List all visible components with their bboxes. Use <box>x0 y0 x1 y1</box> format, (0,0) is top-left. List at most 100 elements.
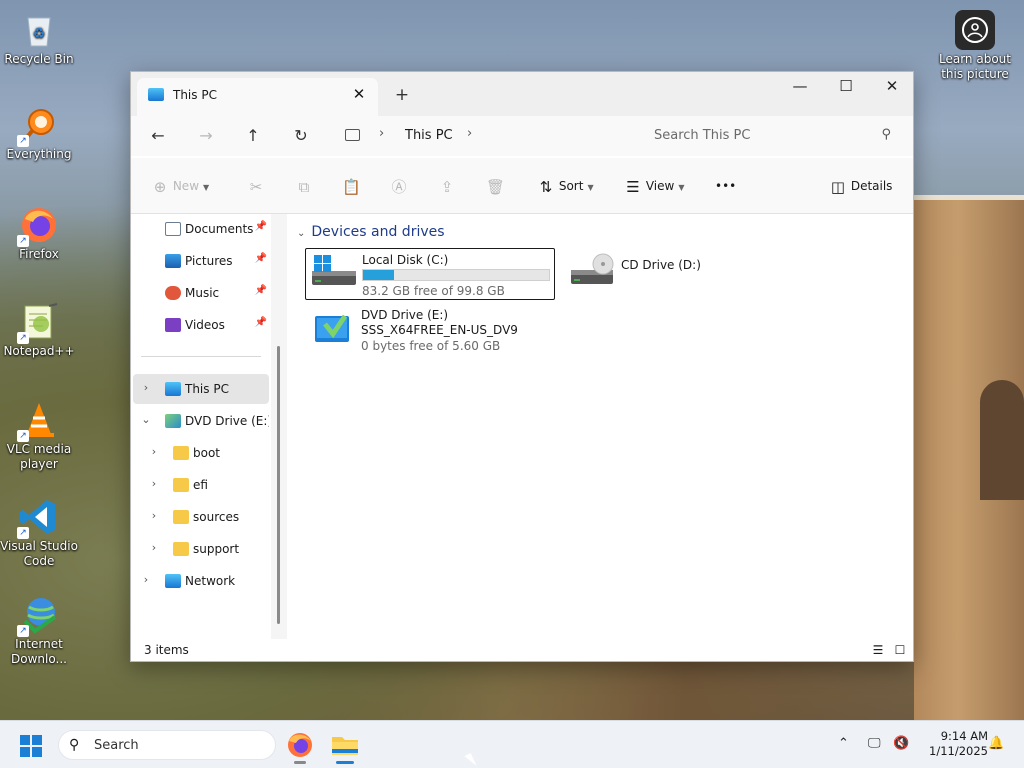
rename-icon: Ⓐ <box>391 177 407 196</box>
group-title: Devices and drives <box>311 224 445 240</box>
sidebar-item-dvd-drive[interactable]: ⌄ DVD Drive (E:) SSS_X64FREE_EN-US_DV9 <box>133 406 269 436</box>
see-more-button[interactable]: ••• <box>715 172 736 200</box>
sidebar-item-label: DVD Drive (E:) SSS_X64FREE_EN-US_DV9 <box>185 414 269 428</box>
share-button[interactable]: ⇪ <box>438 172 456 200</box>
this-pc-icon <box>148 88 164 101</box>
sidebar-item-label: sources <box>193 510 240 524</box>
network-status-icon[interactable]: 🖵 <box>868 736 881 751</box>
desktop-icon-firefox[interactable]: ↗ Firefox <box>0 205 78 262</box>
sidebar-item-music[interactable]: Music 📌 <box>133 278 269 308</box>
desktop-icon-vscode[interactable]: ↗ Visual Studio Code <box>0 497 78 569</box>
view-list-icon: ☰ <box>626 177 640 196</box>
pin-icon[interactable]: 📌 <box>255 221 267 232</box>
tab-this-pc[interactable]: This PC ✕ <box>137 78 378 116</box>
details-pane-icon: ◫ <box>830 177 846 196</box>
address-bar[interactable]: › This PC › <box>335 121 631 151</box>
copy-button[interactable]: ⧉ <box>295 172 313 200</box>
tab-close-icon[interactable]: ✕ <box>348 83 370 105</box>
sidebar-item-label: Pictures <box>185 254 233 268</box>
details-view-icon[interactable]: ☰ <box>871 643 885 657</box>
vscode-icon: ↗ <box>17 497 59 539</box>
desktop-icon-everything[interactable]: ↗ Everything <box>0 105 78 162</box>
new-tab-button[interactable]: + <box>391 84 413 106</box>
drive-free-space: 83.2 GB free of 99.8 GB <box>362 284 505 298</box>
taskbar-search-box[interactable]: ⚲ Search <box>58 730 276 760</box>
sidebar-scroll-thumb[interactable] <box>277 346 280 624</box>
desktop-icon-notepadpp[interactable]: ↗ Notepad++ <box>0 302 78 359</box>
clock-time: 9:14 AM <box>940 729 988 743</box>
details-pane-button[interactable]: ◫ Details <box>829 172 893 200</box>
rename-button[interactable]: Ⓐ <box>390 172 408 200</box>
forward-button[interactable]: → <box>191 122 221 150</box>
taskbar-firefox[interactable] <box>284 729 316 764</box>
close-window-button[interactable]: ✕ <box>869 72 915 102</box>
music-icon <box>165 286 181 300</box>
chevron-right-icon[interactable]: › <box>139 381 153 394</box>
delete-button[interactable]: 🗑 <box>486 172 505 200</box>
drive-name: CD Drive (D:) <box>621 258 701 272</box>
firefox-icon: ↗ <box>17 205 59 247</box>
chevron-right-icon[interactable]: › <box>147 541 161 554</box>
taskbar: ⚲ Search ⌃ 🖵 🔇 9:14 AM 1/11/2025 🔔 <box>0 720 1024 768</box>
sidebar-item-documents[interactable]: Documents 📌 <box>133 214 269 244</box>
breadcrumb-chevron-icon[interactable]: › <box>379 126 384 141</box>
sidebar-item-videos[interactable]: Videos 📌 <box>133 310 269 340</box>
taskbar-clock[interactable]: 9:14 AM 1/11/2025 <box>918 729 988 759</box>
search-this-pc-input[interactable]: Search This PC ⚲ <box>635 121 905 151</box>
refresh-button[interactable]: ↻ <box>286 122 316 150</box>
drive-cd-d[interactable]: CD Drive (D:) <box>565 248 765 300</box>
this-pc-icon <box>165 382 181 396</box>
sidebar-item-boot[interactable]: › boot <box>133 438 269 468</box>
paste-button[interactable]: 📋 <box>342 172 361 200</box>
drive-local-disk-c[interactable]: Local Disk (C:) 83.2 GB free of 99.8 GB <box>305 248 555 300</box>
desktop-icon-vlc[interactable]: ↗ VLC media player <box>0 400 78 472</box>
sidebar-item-network[interactable]: › Network <box>133 566 269 596</box>
desktop-icon-internet-download-manager[interactable]: ↗ Internet Downlo... <box>0 595 78 667</box>
desktop-icon-recycle-bin[interactable]: ♻ Recycle Bin <box>0 10 78 67</box>
sidebar-item-efi[interactable]: › efi <box>133 470 269 500</box>
scissors-icon: ✂ <box>249 177 263 196</box>
new-button[interactable]: ⊕ New ▼ <box>151 172 209 200</box>
maximize-button[interactable]: ☐ <box>823 72 869 102</box>
sidebar-item-sources[interactable]: › sources <box>133 502 269 532</box>
search-icon: ⚲ <box>69 737 80 753</box>
learn-about-picture[interactable]: Learn about this picture <box>936 10 1014 82</box>
breadcrumb-this-pc[interactable]: This PC <box>405 128 453 143</box>
taskbar-file-explorer[interactable] <box>329 729 361 764</box>
chevron-down-icon[interactable]: ⌄ <box>139 413 153 426</box>
pin-icon[interactable]: 📌 <box>255 317 267 328</box>
cd-drive-icon <box>571 252 615 288</box>
chevron-up-icon[interactable]: ⌃ <box>838 736 849 751</box>
sidebar-item-this-pc[interactable]: › This PC <box>133 374 269 404</box>
drive-dvd-e[interactable]: DVD Drive (E:) SSS_X64FREE_EN-US_DV9 0 b… <box>305 304 555 356</box>
shortcut-arrow-icon: ↗ <box>17 625 29 637</box>
pin-icon[interactable]: 📌 <box>255 285 267 296</box>
cut-button[interactable]: ✂ <box>247 172 265 200</box>
chevron-right-icon[interactable]: › <box>147 445 161 458</box>
chevron-right-icon[interactable]: › <box>147 477 161 490</box>
drive-free-space: 0 bytes free of 5.60 GB <box>361 339 501 353</box>
start-button[interactable] <box>20 735 42 757</box>
desktop-icon-label: Visual Studio Code <box>0 539 78 568</box>
devices-and-drives-header[interactable]: ⌄ Devices and drives <box>297 224 445 240</box>
chevron-right-icon[interactable]: › <box>147 509 161 522</box>
back-button[interactable]: ← <box>143 122 173 150</box>
pin-icon[interactable]: 📌 <box>255 253 267 264</box>
sidebar-item-pictures[interactable]: Pictures 📌 <box>133 246 269 276</box>
item-count: 3 items <box>144 643 189 657</box>
title-bar[interactable]: This PC ✕ + — ☐ ✕ <box>131 72 913 116</box>
tiles-view-icon[interactable]: ☐ <box>893 643 907 657</box>
breadcrumb-chevron-icon[interactable]: › <box>467 126 472 141</box>
view-button[interactable]: ☰ View ▼ <box>624 172 684 200</box>
chevron-right-icon[interactable]: › <box>139 573 153 586</box>
volume-muted-icon[interactable]: 🔇 <box>893 736 909 751</box>
notification-bell-icon[interactable]: 🔔 <box>988 736 1004 751</box>
sort-button-label: Sort <box>558 179 584 193</box>
vlc-cone-icon: ↗ <box>17 400 59 442</box>
sort-button[interactable]: ⇅ Sort ▼ <box>537 172 594 200</box>
sidebar-item-support[interactable]: › support <box>133 534 269 564</box>
drive-name: DVD Drive (E:) <box>361 308 449 322</box>
active-indicator <box>336 761 354 764</box>
minimize-button[interactable]: — <box>777 72 823 102</box>
up-button[interactable]: ↑ <box>238 122 268 150</box>
